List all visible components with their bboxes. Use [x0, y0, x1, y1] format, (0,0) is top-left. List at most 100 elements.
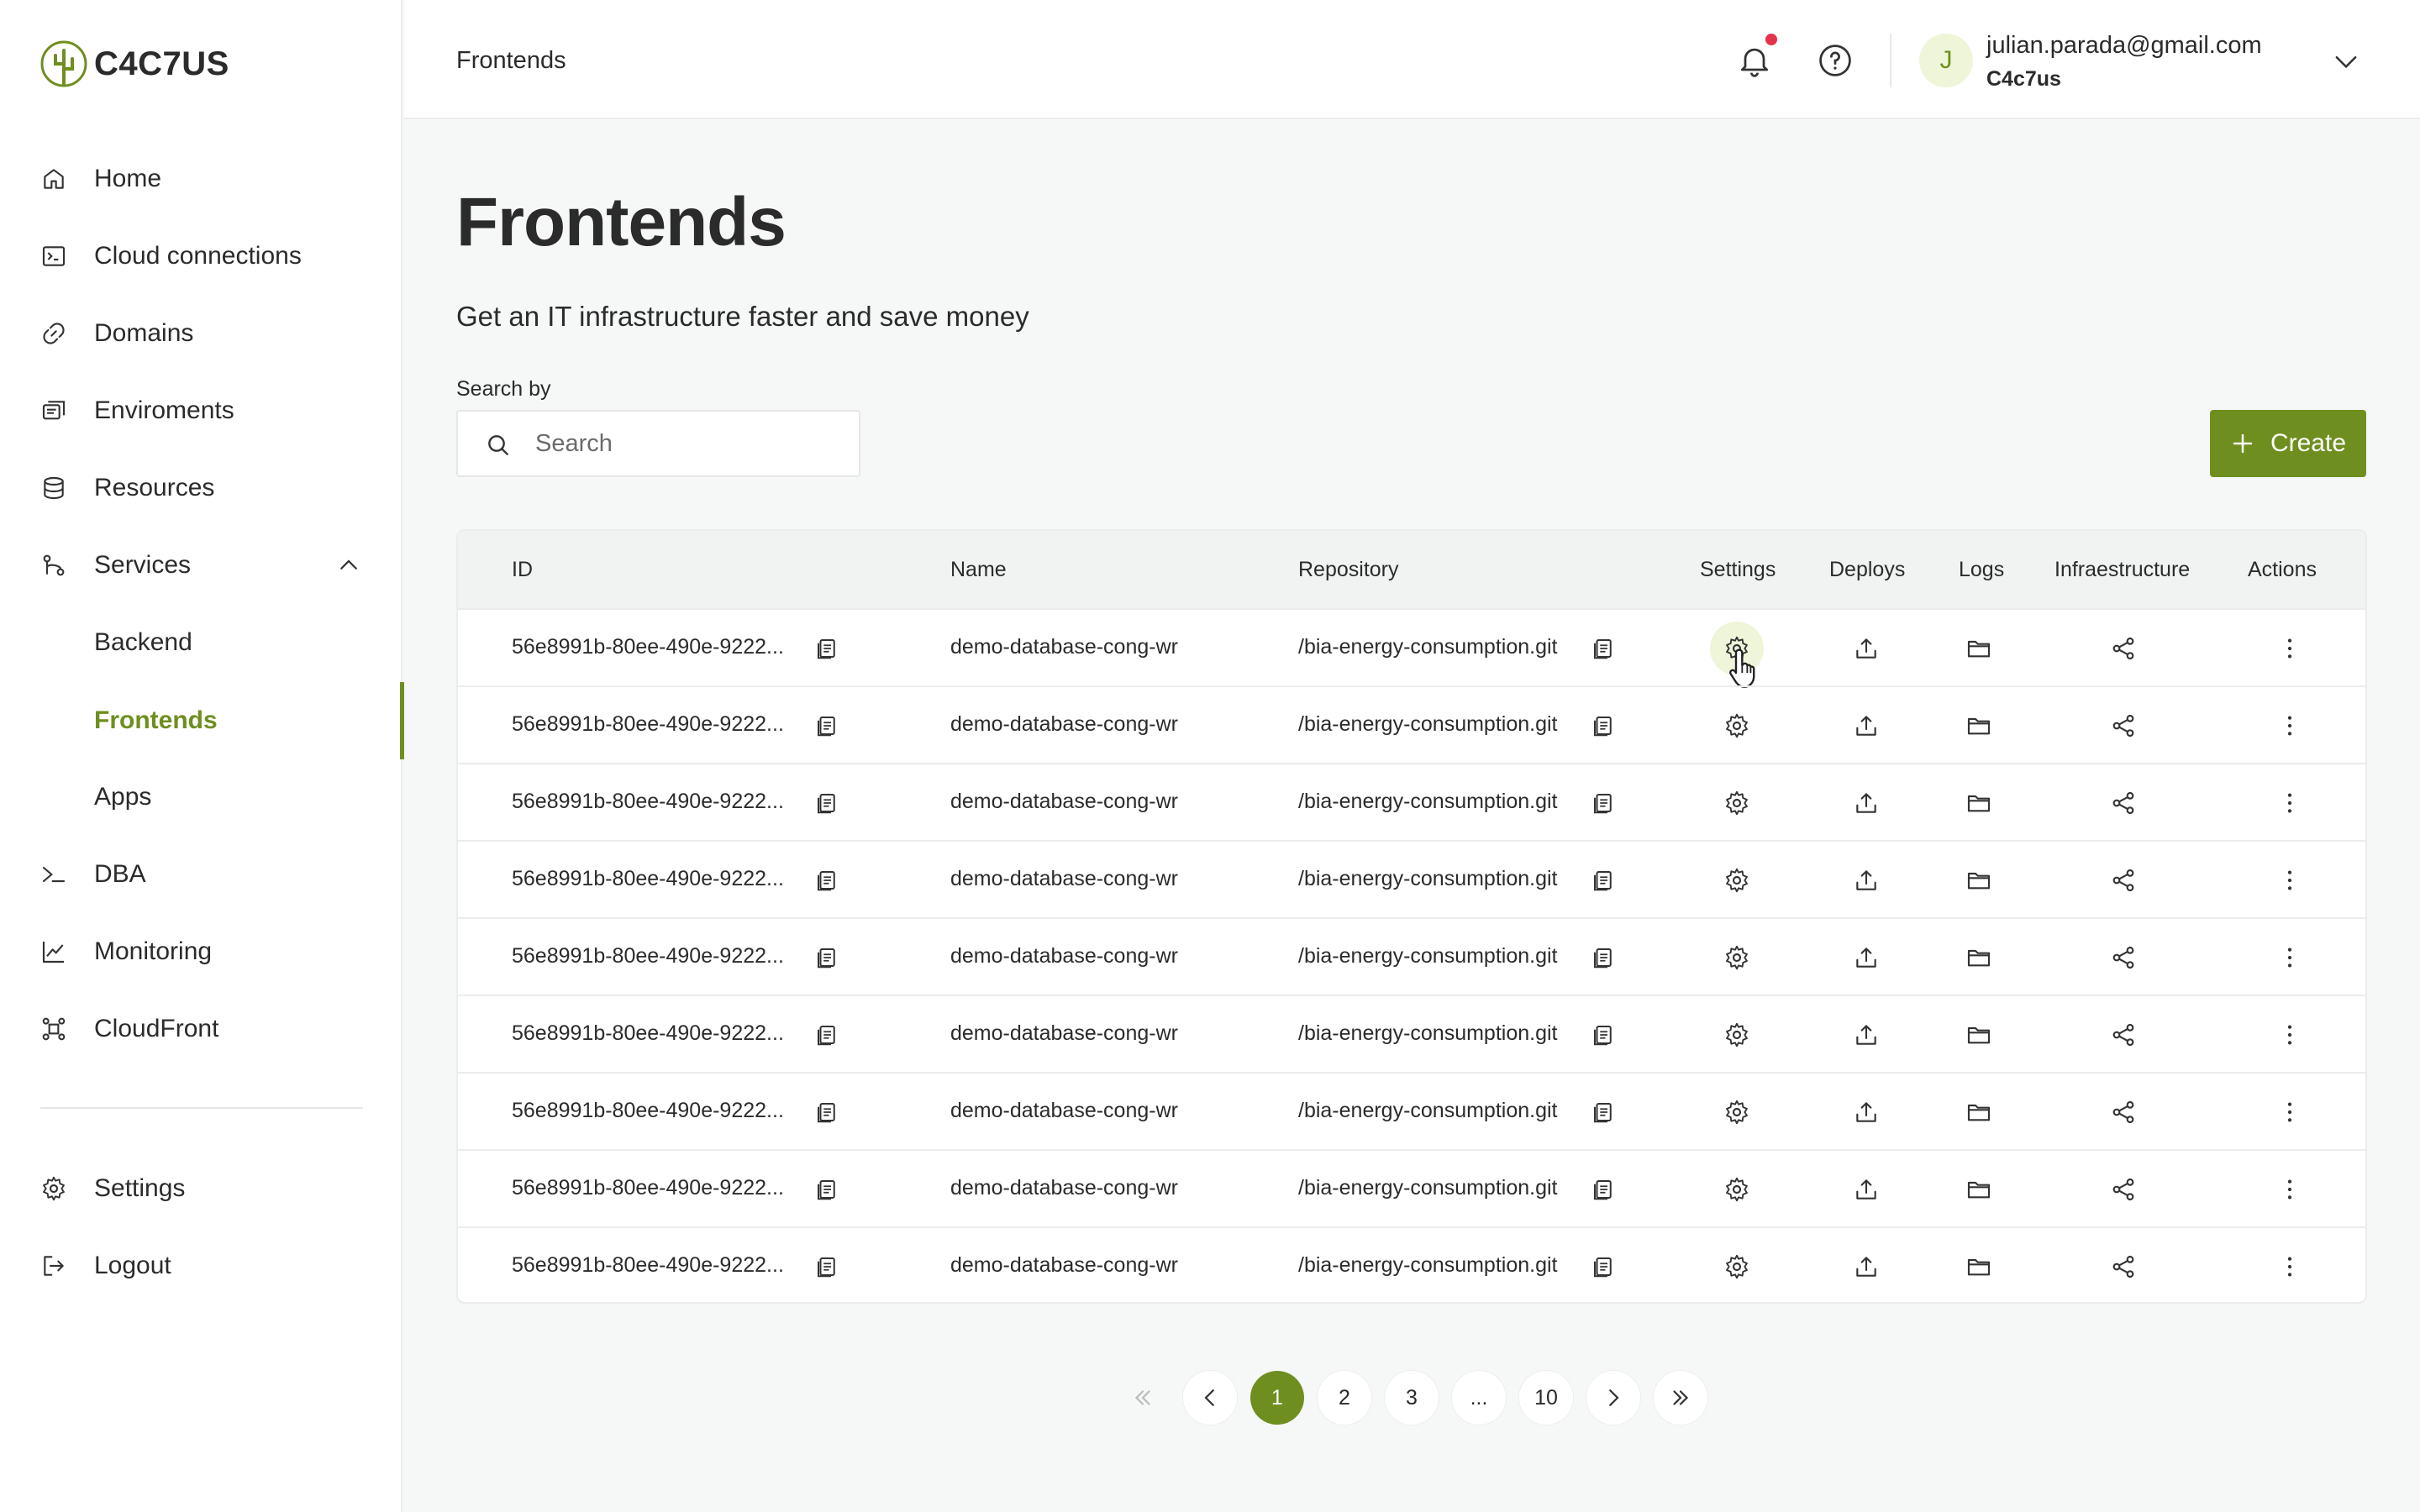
more-actions-icon[interactable] [2276, 1176, 2303, 1203]
copy-repository-icon[interactable] [1591, 790, 1616, 816]
row-repository: /bia-energy-consumption.git [1298, 944, 1558, 968]
logs-folder-icon[interactable] [1965, 1021, 1992, 1048]
logs-folder-icon[interactable] [1965, 867, 1992, 894]
sidebar-item-backend[interactable]: Backend [0, 613, 402, 672]
copy-repository-icon[interactable] [1591, 1022, 1616, 1047]
logs-folder-icon[interactable] [1965, 712, 1992, 739]
more-actions-icon[interactable] [2276, 635, 2303, 662]
deploy-upload-icon[interactable] [1853, 1021, 1880, 1048]
next-page-button[interactable] [1586, 1371, 1640, 1425]
sidebar-item-resources[interactable]: Resources [0, 459, 402, 517]
infrastructure-share-icon[interactable] [2110, 944, 2137, 971]
bell-icon[interactable] [1736, 42, 1773, 79]
copy-repository-icon[interactable] [1591, 1254, 1616, 1279]
copy-repository-icon[interactable] [1591, 945, 1616, 970]
more-actions-icon[interactable] [2276, 944, 2303, 971]
copy-id-icon[interactable] [814, 790, 839, 816]
more-actions-icon[interactable] [2276, 1099, 2303, 1126]
deploy-upload-icon[interactable] [1853, 1253, 1880, 1280]
column-header-id[interactable]: ID [512, 558, 533, 582]
row-name: demo-database-cong-wr [950, 1176, 1178, 1200]
help-icon[interactable] [1817, 42, 1854, 79]
deploy-upload-icon[interactable] [1853, 1099, 1880, 1126]
infrastructure-share-icon[interactable] [2110, 1253, 2137, 1280]
more-actions-icon[interactable] [2276, 790, 2303, 816]
sidebar-item-frontends[interactable]: Frontends [0, 682, 404, 759]
copy-repository-icon[interactable] [1591, 1100, 1616, 1125]
copy-id-icon[interactable] [814, 1254, 839, 1279]
deploy-upload-icon[interactable] [1853, 635, 1880, 662]
chevron-up-icon[interactable] [336, 553, 361, 578]
column-header-name[interactable]: Name [950, 558, 1007, 582]
row-name: demo-database-cong-wr [950, 944, 1178, 968]
copy-id-icon[interactable] [814, 1022, 839, 1047]
sidebar-item-dba[interactable]: DBA [0, 845, 402, 904]
first-page-button[interactable] [1116, 1371, 1170, 1425]
copy-id-icon[interactable] [814, 713, 839, 738]
logs-folder-icon[interactable] [1965, 1176, 1992, 1203]
column-header-repository[interactable]: Repository [1298, 558, 1399, 582]
settings-gear-icon[interactable] [1723, 1253, 1750, 1280]
settings-gear-icon[interactable] [1723, 867, 1750, 894]
create-button[interactable]: Create [2210, 410, 2366, 477]
infrastructure-share-icon[interactable] [2110, 1176, 2137, 1203]
copy-repository-icon[interactable] [1591, 1177, 1616, 1202]
copy-id-icon[interactable] [814, 945, 839, 970]
sidebar-item-monitoring[interactable]: Monitoring [0, 922, 402, 981]
avatar[interactable]: J [1919, 34, 1973, 87]
settings-gear-icon[interactable] [1723, 712, 1750, 739]
infrastructure-share-icon[interactable] [2110, 712, 2137, 739]
more-actions-icon[interactable] [2276, 1253, 2303, 1280]
sidebar-item-cloudfront[interactable]: CloudFront [0, 1000, 402, 1058]
copy-id-icon[interactable] [814, 1177, 839, 1202]
infrastructure-share-icon[interactable] [2110, 1021, 2137, 1048]
copy-repository-icon[interactable] [1591, 868, 1616, 893]
infrastructure-share-icon[interactable] [2110, 635, 2137, 662]
infrastructure-share-icon[interactable] [2110, 867, 2137, 894]
more-actions-icon[interactable] [2276, 867, 2303, 894]
search-input[interactable] [535, 412, 846, 475]
deploy-upload-icon[interactable] [1853, 1176, 1880, 1203]
row-repository: /bia-energy-consumption.git [1298, 1176, 1558, 1200]
page-button-10[interactable]: 10 [1519, 1371, 1573, 1425]
deploy-upload-icon[interactable] [1853, 867, 1880, 894]
settings-gear-icon[interactable] [1723, 1176, 1750, 1203]
copy-repository-icon[interactable] [1591, 636, 1616, 661]
sidebar-item-home[interactable]: Home [0, 150, 402, 208]
more-actions-icon[interactable] [2276, 1021, 2303, 1048]
page-button-1[interactable]: 1 [1250, 1371, 1304, 1425]
page-button-3[interactable]: 3 [1385, 1371, 1439, 1425]
settings-gear-icon[interactable] [1723, 1099, 1750, 1126]
chevron-down-icon[interactable] [2330, 45, 2362, 77]
sidebar-item-enviroments[interactable]: Enviroments [0, 381, 402, 440]
copy-repository-icon[interactable] [1591, 713, 1616, 738]
settings-gear-icon[interactable] [1723, 790, 1750, 816]
settings-gear-icon[interactable] [1723, 944, 1750, 971]
page-button-2[interactable]: 2 [1318, 1371, 1371, 1425]
sidebar-item-logout[interactable]: Logout [0, 1236, 402, 1295]
last-page-button[interactable] [1654, 1371, 1707, 1425]
sidebar-item-settings[interactable]: Settings [0, 1159, 402, 1218]
deploy-upload-icon[interactable] [1853, 944, 1880, 971]
copy-id-icon[interactable] [814, 636, 839, 661]
logs-folder-icon[interactable] [1965, 635, 1992, 662]
sidebar-item-services[interactable]: Services [0, 536, 402, 595]
logs-folder-icon[interactable] [1965, 1253, 1992, 1280]
sidebar-item-domains[interactable]: Domains [0, 304, 402, 363]
logs-folder-icon[interactable] [1965, 944, 1992, 971]
copy-id-icon[interactable] [814, 868, 839, 893]
infrastructure-share-icon[interactable] [2110, 1099, 2137, 1126]
more-actions-icon[interactable] [2276, 712, 2303, 739]
deploy-upload-icon[interactable] [1853, 712, 1880, 739]
logs-folder-icon[interactable] [1965, 790, 1992, 816]
page-title: Frontends [456, 184, 786, 260]
infrastructure-share-icon[interactable] [2110, 790, 2137, 816]
sidebar-item-cloud-connections[interactable]: Cloud connections [0, 227, 402, 286]
sidebar-item-apps[interactable]: Apps [0, 768, 402, 827]
logs-folder-icon[interactable] [1965, 1099, 1992, 1126]
copy-id-icon[interactable] [814, 1100, 839, 1125]
settings-gear-icon[interactable] [1723, 1021, 1750, 1048]
deploy-upload-icon[interactable] [1853, 790, 1880, 816]
prev-page-button[interactable] [1183, 1371, 1237, 1425]
logo[interactable]: C4C7US [39, 39, 229, 89]
